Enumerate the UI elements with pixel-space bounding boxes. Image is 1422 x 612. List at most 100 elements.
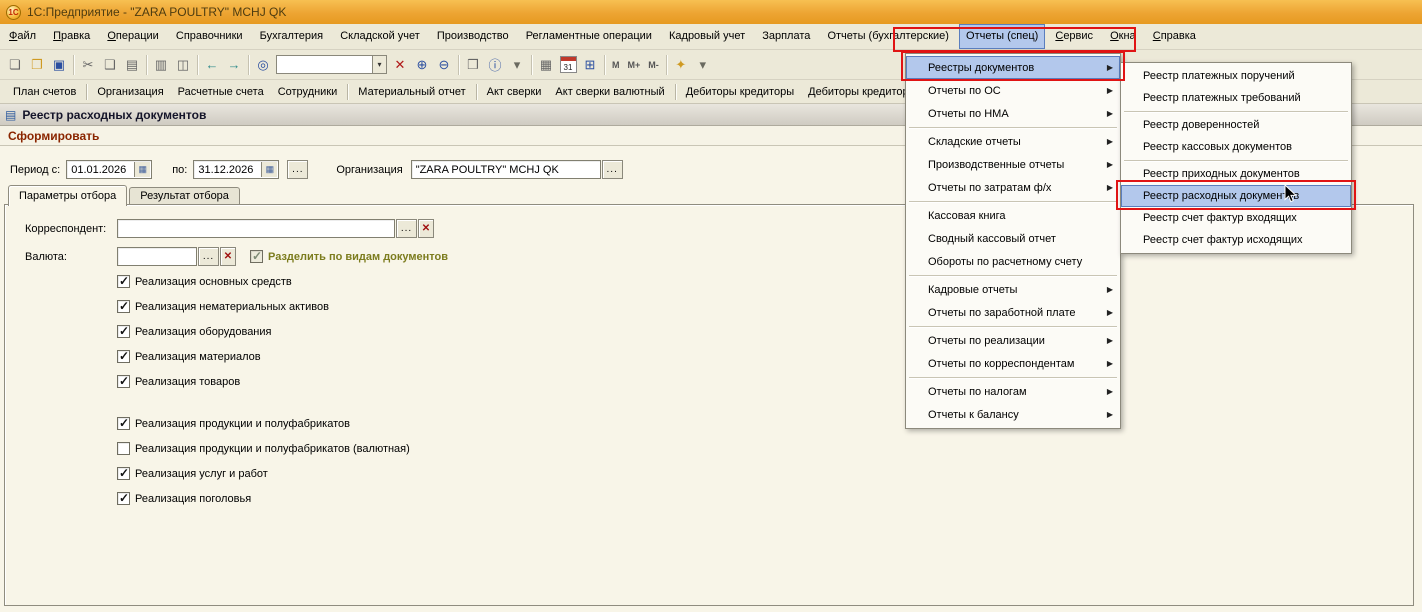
date-picker-button[interactable]: ▦	[261, 162, 278, 177]
menu-regulated-ops[interactable]: Регламентные операции	[519, 24, 659, 49]
menu-salary[interactable]: Зарплата	[755, 24, 817, 49]
checkbox[interactable]	[117, 274, 130, 288]
open-button[interactable]: ❐	[26, 54, 48, 76]
spec-menu-item-10[interactable]: Отчеты по заработной плате ▶	[906, 301, 1120, 324]
menu-warehouse[interactable]: Складской учет	[333, 24, 427, 49]
quickbar-bank-accounts[interactable]: Расчетные счета	[171, 81, 271, 103]
spec-menu-item-11[interactable]: Отчеты по реализации ▶	[906, 329, 1120, 352]
spec-menu-item-12[interactable]: Отчеты по корреспондентам ▶	[906, 352, 1120, 375]
print-preview-button[interactable]: ◫	[172, 54, 194, 76]
quickbar-reconciliation-currency[interactable]: Акт сверки валютный	[548, 81, 671, 103]
spec-menu-item-13[interactable]: Отчеты по налогам ▶	[906, 380, 1120, 403]
spec-menu-item-7[interactable]: Сводный кассовый отчет	[906, 227, 1120, 250]
menu-file[interactable]: Файл	[2, 24, 43, 49]
checkbox[interactable]	[117, 442, 130, 455]
quickbar-debtors-creditors[interactable]: Дебиторы кредиторы	[679, 81, 801, 103]
currency-field[interactable]	[117, 247, 197, 266]
find-prev-button[interactable]: ⊖	[433, 54, 455, 76]
spec-menu-item-14[interactable]: Отчеты к балансу ▶	[906, 403, 1120, 426]
menu-accounting[interactable]: Бухгалтерия	[253, 24, 331, 49]
generate-button[interactable]: Сформировать	[8, 129, 99, 143]
save-button[interactable]: ▣	[48, 54, 70, 76]
quickbar-material-report[interactable]: Материальный отчет	[351, 81, 472, 103]
spec-menu-item-6[interactable]: Кассовая книга	[906, 204, 1120, 227]
registry-submenu-item-4[interactable]: Реестр приходных документов	[1121, 163, 1351, 185]
correspondent-select-button[interactable]: ...	[396, 219, 417, 238]
registry-submenu-item-3[interactable]: Реестр кассовых документов	[1121, 136, 1351, 158]
calendar-button[interactable]: 31	[557, 54, 579, 76]
checkbox[interactable]	[117, 466, 130, 480]
paste-button[interactable]: ▤	[121, 54, 143, 76]
period-from-field[interactable]: 01.01.2026 ▦	[66, 160, 153, 179]
find-next-button[interactable]: ⊕	[411, 54, 433, 76]
registry-submenu-item-1[interactable]: Реестр платежных требований	[1121, 87, 1351, 109]
registry-submenu-item-expense-docs[interactable]: Реестр расходных документов	[1121, 185, 1351, 207]
quickbar-chart-of-accounts[interactable]: План счетов	[6, 81, 83, 103]
search-dropdown-button[interactable]: ▾	[372, 55, 387, 74]
menu-directories[interactable]: Справочники	[169, 24, 250, 49]
spec-menu-item-5[interactable]: Отчеты по затратам ф/х ▶	[906, 176, 1120, 199]
registry-submenu-item-2[interactable]: Реестр доверенностей	[1121, 114, 1351, 136]
tab-filter-params[interactable]: Параметры отбора	[8, 185, 128, 206]
new-document-button[interactable]: ❏	[4, 54, 26, 76]
quickbar-reconciliation[interactable]: Акт сверки	[480, 81, 549, 103]
period-to-field[interactable]: 31.12.2026 ▦	[193, 160, 280, 179]
info-button[interactable]: ⓘ	[484, 54, 506, 76]
find-button[interactable]: ◎	[252, 54, 274, 76]
back-button[interactable]: ←	[201, 54, 223, 76]
period-select-button[interactable]: ...	[287, 160, 309, 179]
currency-clear-button[interactable]: ✕	[220, 247, 236, 266]
spec-menu-item-4[interactable]: Производственные отчеты ▶	[906, 153, 1120, 176]
correspondent-field[interactable]	[117, 219, 395, 238]
currency-label: Валюта:	[25, 250, 67, 263]
checkbox[interactable]	[117, 491, 130, 505]
menu-edit[interactable]: Правка	[46, 24, 97, 49]
search-input[interactable]	[276, 55, 372, 74]
info-dropdown-button[interactable]: ▾	[506, 54, 528, 76]
memory-minus-button[interactable]: M-	[644, 54, 663, 76]
cut-button[interactable]: ✂	[77, 54, 99, 76]
table-button[interactable]: ▦	[535, 54, 557, 76]
menu-operations[interactable]: Операции	[100, 24, 165, 49]
registry-submenu-item-6[interactable]: Реестр счет фактур входящих	[1121, 207, 1351, 229]
spec-menu-item-2[interactable]: Отчеты по НМА ▶	[906, 102, 1120, 125]
spec-menu-item-8[interactable]: Обороты по расчетному счету	[906, 250, 1120, 273]
memory-button[interactable]: M	[608, 54, 624, 76]
copy-format-button[interactable]: ❒	[462, 54, 484, 76]
checkbox[interactable]	[117, 416, 130, 430]
checkbox[interactable]	[117, 374, 130, 388]
settings-dropdown-button[interactable]: ▾	[692, 54, 714, 76]
organization-select-button[interactable]: ...	[601, 160, 623, 179]
calculator-button[interactable]: ⊞	[579, 54, 601, 76]
checkbox[interactable]	[117, 349, 130, 363]
menu-windows[interactable]: Окна	[1103, 24, 1143, 49]
quickbar-employees[interactable]: Сотрудники	[271, 81, 345, 103]
print-button[interactable]: ▥	[150, 54, 172, 76]
settings-key-button[interactable]: ✦	[670, 54, 692, 76]
menu-hr[interactable]: Кадровый учет	[662, 24, 752, 49]
spec-menu-item-3[interactable]: Складские отчеты ▶	[906, 130, 1120, 153]
checkbox[interactable]	[117, 299, 130, 313]
date-picker-button[interactable]: ▦	[134, 162, 151, 177]
forward-button[interactable]: →	[223, 54, 245, 76]
spec-menu-item-1[interactable]: Отчеты по ОС ▶	[906, 79, 1120, 102]
menu-service[interactable]: Сервис	[1048, 24, 1100, 49]
correspondent-clear-button[interactable]: ✕	[418, 219, 434, 238]
tab-filter-result[interactable]: Результат отбора	[129, 187, 240, 204]
memory-plus-button[interactable]: M+	[624, 54, 645, 76]
spec-menu-item-0[interactable]: Реестры документов ▶	[906, 56, 1120, 79]
registry-submenu-item-0[interactable]: Реестр платежных поручений	[1121, 65, 1351, 87]
checkbox[interactable]	[117, 324, 130, 338]
quickbar-organization[interactable]: Организация	[90, 81, 170, 103]
menu-reports-accounting[interactable]: Отчеты (бухгалтерские)	[820, 24, 956, 49]
copy-button[interactable]: ❑	[99, 54, 121, 76]
menu-help[interactable]: Справка	[1146, 24, 1203, 49]
spec-menu-item-9[interactable]: Кадровые отчеты ▶	[906, 278, 1120, 301]
currency-select-button[interactable]: ...	[198, 247, 219, 266]
menu-production[interactable]: Производство	[430, 24, 516, 49]
clear-search-button[interactable]: ✕	[389, 54, 411, 76]
search-combobox[interactable]: ▾	[276, 55, 387, 74]
menu-reports-special[interactable]: Отчеты (спец)	[959, 24, 1046, 49]
organization-field[interactable]: "ZARA POULTRY" MCHJ QK	[410, 160, 601, 179]
registry-submenu-item-7[interactable]: Реестр счет фактур исходящих	[1121, 229, 1351, 251]
